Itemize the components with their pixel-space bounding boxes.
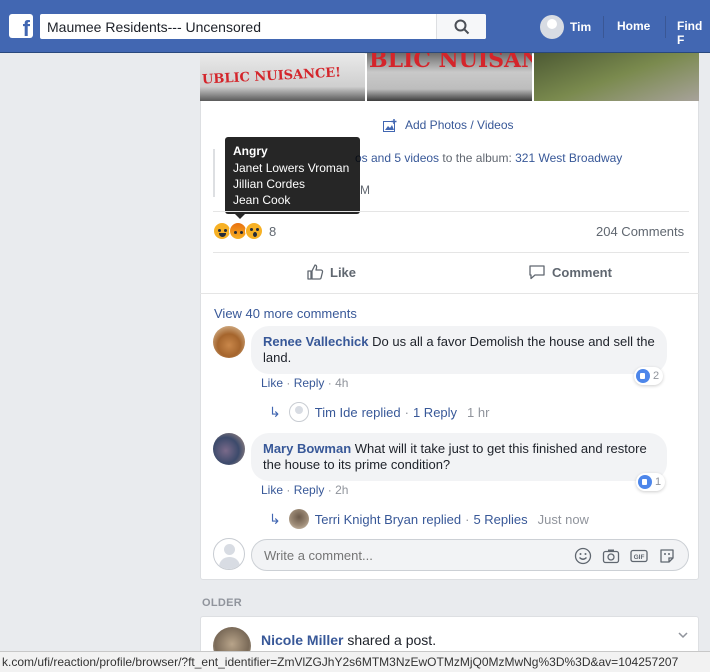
angry-reactions-tooltip: Angry Janet Lowers Vroman Jillian Cordes… bbox=[225, 137, 360, 219]
comment-like-count: 1 bbox=[655, 476, 662, 488]
svg-text:GIF: GIF bbox=[634, 554, 645, 561]
comments-count-link[interactable]: 204 Comments bbox=[596, 224, 684, 239]
thumbs-up-icon bbox=[307, 264, 324, 280]
my-avatar bbox=[213, 538, 245, 570]
album-to-text: to the album: bbox=[442, 151, 512, 165]
replier-avatar bbox=[288, 402, 309, 422]
album-media-count-link[interactable]: os and 5 videos bbox=[355, 151, 439, 165]
emoji-icon[interactable] bbox=[574, 547, 592, 565]
add-photo-icon bbox=[383, 118, 397, 132]
older-section-label: OLDER bbox=[202, 597, 242, 609]
reactions-summary[interactable]: 8 bbox=[213, 222, 276, 240]
wow-reaction-icon[interactable] bbox=[245, 222, 263, 240]
write-comment-row: GIF bbox=[213, 538, 689, 572]
reply-timestamp: Just now bbox=[537, 511, 589, 527]
comment-like-link[interactable]: Like bbox=[261, 483, 283, 497]
reply-timestamp: 1 hr bbox=[467, 404, 490, 420]
divider bbox=[200, 293, 699, 294]
comment-actions: Like · Reply · 2h bbox=[261, 483, 349, 497]
search-icon bbox=[454, 19, 470, 35]
nav-divider bbox=[603, 16, 604, 38]
tooltip-name: Jean Cook bbox=[233, 193, 291, 207]
comment-like-link[interactable]: Like bbox=[261, 376, 283, 390]
search-button[interactable] bbox=[436, 14, 486, 39]
comment-bubble: Renee Vallechick Do us all a favor Demol… bbox=[251, 326, 667, 374]
comment-bubble: Mary Bowman What will it take just to ge… bbox=[251, 433, 667, 481]
album-name-link[interactable]: 321 West Broadway bbox=[515, 151, 622, 165]
reaction-count[interactable]: 8 bbox=[269, 224, 276, 239]
comment-bubble-icon bbox=[529, 265, 545, 280]
post-photo-strip: UBLIC NUISANCE! BLIC NUISANC bbox=[200, 53, 699, 103]
facebook-logo-icon[interactable]: f bbox=[9, 14, 33, 40]
camera-icon[interactable] bbox=[602, 547, 620, 565]
profile-avatar bbox=[540, 15, 564, 39]
post-photo[interactable]: UBLIC NUISANCE! bbox=[200, 53, 365, 101]
like-button-label: Like bbox=[330, 264, 357, 280]
nav-home-link[interactable]: Home bbox=[617, 19, 650, 33]
tooltip-title: Angry bbox=[233, 144, 268, 158]
write-comment-input[interactable] bbox=[264, 540, 564, 570]
tooltip-name: Janet Lowers Vroman bbox=[233, 161, 350, 175]
post-photo[interactable] bbox=[534, 53, 699, 101]
gif-icon[interactable]: GIF bbox=[630, 547, 648, 565]
comment-like-count: 2 bbox=[653, 370, 660, 382]
divider bbox=[213, 211, 689, 212]
commenter-avatar[interactable] bbox=[213, 326, 245, 358]
sticker-icon[interactable] bbox=[658, 547, 676, 565]
comment-like-count-badge[interactable]: 1 bbox=[636, 473, 666, 491]
add-photos-label: Add Photos / Videos bbox=[405, 118, 514, 132]
like-reaction-icon bbox=[636, 369, 650, 383]
replies-summary[interactable]: ↳ Tim Ide replied · 1 Reply 1 hr bbox=[269, 402, 489, 422]
profile-name: Tim bbox=[570, 20, 592, 34]
reply-arrow-icon: ↳ bbox=[269, 403, 281, 420]
commenter-name[interactable]: Renee Vallechick bbox=[263, 334, 369, 349]
reply-arrow-icon: ↳ bbox=[269, 510, 281, 527]
browser-status-bar-url: k.com/ufi/reaction/profile/browser/?ft_e… bbox=[0, 651, 710, 672]
comment-reply-link[interactable]: Reply bbox=[294, 483, 325, 497]
photo-graffiti-text: BLIC NUISANC bbox=[369, 53, 532, 73]
profile-link[interactable]: Tim bbox=[540, 15, 591, 39]
tooltip-name: Jillian Cordes bbox=[233, 177, 306, 191]
album-quote-bar bbox=[213, 149, 215, 197]
post-photo[interactable]: BLIC NUISANC bbox=[367, 53, 532, 101]
nav-find-friends-link[interactable]: Find F bbox=[677, 19, 710, 47]
comment-button[interactable]: Comment bbox=[528, 263, 612, 281]
search-input[interactable] bbox=[40, 14, 436, 39]
post-author-name[interactable]: Nicole Miller bbox=[261, 632, 343, 648]
add-photos-videos-link[interactable]: Add Photos / Videos bbox=[383, 118, 514, 132]
replied-text: replied bbox=[422, 511, 462, 527]
comment-actions: Like · Reply · 4h bbox=[261, 376, 349, 390]
post-action-text: shared a post. bbox=[347, 632, 437, 648]
commenter-avatar[interactable] bbox=[213, 433, 245, 465]
search-bar bbox=[40, 14, 486, 39]
view-more-comments-link[interactable]: View 40 more comments bbox=[214, 306, 357, 321]
photo-graffiti-text: UBLIC NUISANCE! bbox=[201, 65, 342, 88]
replied-text: replied bbox=[361, 404, 401, 420]
comment-reply-link[interactable]: Reply bbox=[294, 376, 325, 390]
commenter-name[interactable]: Mary Bowman bbox=[263, 441, 351, 456]
replier-name[interactable]: Terri Knight Bryan bbox=[315, 512, 418, 527]
like-reaction-icon bbox=[638, 475, 652, 489]
replies-summary[interactable]: ↳ Terri Knight Bryan replied · 5 Replies… bbox=[269, 509, 589, 529]
comment-button-label: Comment bbox=[552, 264, 612, 280]
like-button[interactable]: Like bbox=[306, 263, 356, 281]
replier-name[interactable]: Tim Ide bbox=[315, 405, 358, 420]
replier-avatar bbox=[288, 509, 309, 529]
reply-count-link[interactable]: 1 Reply bbox=[413, 405, 457, 420]
comment-composer[interactable]: GIF bbox=[251, 539, 689, 571]
chevron-down-icon[interactable] bbox=[676, 628, 690, 642]
nav-divider bbox=[665, 16, 666, 38]
album-timestamp: M bbox=[360, 183, 370, 197]
top-navigation-bar: f Tim Home Find F bbox=[0, 0, 710, 53]
divider bbox=[213, 252, 689, 253]
reply-count-link[interactable]: 5 Replies bbox=[473, 512, 527, 527]
comment-timestamp[interactable]: 4h bbox=[335, 376, 348, 390]
post-header: Nicole Miller shared a post. bbox=[261, 632, 436, 648]
album-update-text: os and 5 videos to the album: 321 West B… bbox=[355, 151, 622, 165]
comment-like-count-badge[interactable]: 2 bbox=[634, 367, 664, 385]
comment-timestamp[interactable]: 2h bbox=[335, 483, 348, 497]
